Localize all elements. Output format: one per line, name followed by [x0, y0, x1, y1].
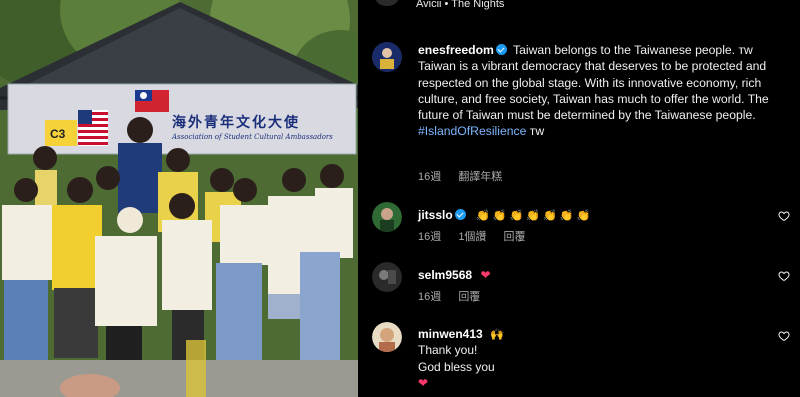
comment-jitsslo: jitsslo 👏 👏 👏 👏 👏 👏 👏 — [418, 206, 590, 224]
post-text-body: Taiwan is a vibrant democracy that deser… — [418, 59, 769, 123]
banner-subtext: Association of Student Cultural Ambassad… — [172, 133, 333, 141]
clap-emojis: 👏 👏 👏 👏 👏 👏 👏 — [476, 210, 591, 222]
reply-link[interactable]: 回覆 — [458, 291, 480, 303]
post-age: 16週 — [418, 171, 442, 183]
comment-age: 16週 — [418, 231, 442, 243]
post-caption: enesfreedom Taiwan belongs to the Taiwan… — [418, 42, 790, 140]
post-username[interactable]: enesfreedom — [418, 43, 494, 57]
verified-icon — [454, 209, 466, 220]
post-text-line1: Taiwan belongs to the Taiwanese people. … — [513, 43, 753, 57]
like-heart-icon[interactable] — [778, 330, 790, 342]
comment-minwen413: minwen413 🙌 — [418, 325, 504, 343]
comment-line1: Thank you! — [418, 343, 478, 357]
like-heart-icon[interactable] — [778, 270, 790, 282]
author-avatar[interactable] — [372, 42, 402, 72]
heart-emoji: ❤ — [418, 376, 429, 390]
comment-avatar-minwen413[interactable] — [372, 322, 402, 352]
comments-panel: Avicii • The Nights enesfreedom Taiwan b… — [358, 0, 800, 397]
raised-hands-emoji: 🙌 — [490, 329, 504, 341]
post-photo: C3 海外青年文化大使 Association of Student Cultu… — [0, 0, 358, 397]
reply-link[interactable]: 回覆 — [504, 231, 526, 243]
comment-avatar-jitsslo[interactable] — [372, 202, 402, 232]
group-photo — [0, 0, 358, 397]
audio-avatar — [376, 0, 398, 6]
comment-selm9568: selm9568 ❤ — [418, 266, 491, 284]
like-heart-icon[interactable] — [778, 210, 790, 222]
heart-emoji: ❤ — [480, 268, 491, 282]
avatar-image — [372, 322, 402, 352]
banner-text: 海外青年文化大使 — [172, 115, 300, 131]
avatar-image — [372, 262, 402, 292]
booth-label: C3 — [50, 127, 66, 141]
comment-username[interactable]: selm9568 — [418, 268, 472, 282]
comment-meta: 16週 回覆 — [418, 288, 480, 304]
post-hashtag[interactable]: #IslandOfResilience — [418, 124, 526, 138]
comment-age: 16週 — [418, 291, 442, 303]
verified-icon — [495, 44, 507, 55]
comment-avatar-selm9568[interactable] — [372, 262, 402, 292]
audio-bar[interactable]: Avicii • The Nights — [358, 0, 800, 14]
comment-line2: God bless you — [418, 359, 495, 374]
song-title[interactable]: Avicii • The Nights — [416, 0, 504, 10]
author-avatar-image — [372, 42, 402, 72]
translate-link[interactable]: 翻譯年糕 — [458, 171, 502, 183]
avatar-image — [372, 202, 402, 232]
comment-username[interactable]: jitsslo — [418, 208, 453, 222]
comment-likes[interactable]: 1個讚 — [458, 231, 486, 243]
comment-text: Thank you! God bless you ❤ — [418, 342, 495, 392]
hashtag-suffix: ᴛᴡ — [526, 124, 545, 139]
comment-username[interactable]: minwen413 — [418, 327, 483, 341]
comment-meta: 16週 1個讚 回覆 — [418, 228, 526, 244]
post-meta: 16週 翻譯年糕 — [418, 168, 502, 184]
